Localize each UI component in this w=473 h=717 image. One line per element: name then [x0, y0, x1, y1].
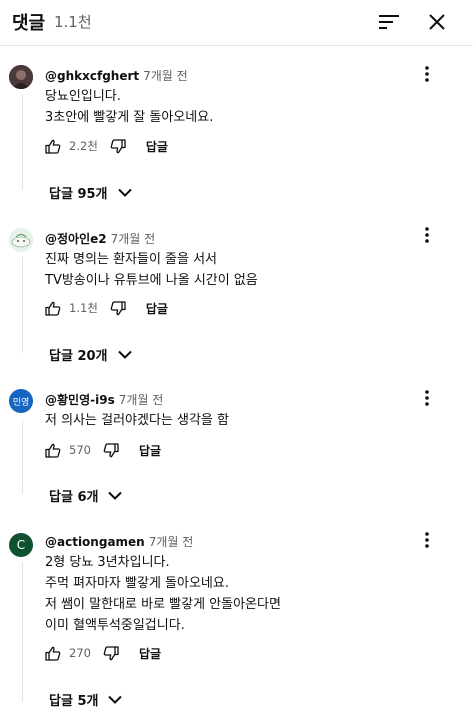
comment-author[interactable]: @ghkxcfghert — [45, 69, 139, 83]
sort-icon — [379, 15, 399, 29]
reply-button[interactable]: 답글 — [146, 138, 168, 155]
avatar[interactable] — [9, 65, 33, 89]
dislike-button[interactable] — [110, 300, 126, 316]
thumb-down-icon — [103, 645, 119, 660]
chevron-down-icon — [117, 188, 132, 197]
comment-text: 당뇨인입니다. 3초안에 빨갛게 잘 돌아오네요. — [45, 86, 213, 128]
comment-text: 2형 당뇨 3년차입니다. 주먹 펴자마자 빨갛게 돌아오네요. 저 쌤이 말한… — [45, 552, 281, 636]
replies-count: 답글 6개 — [49, 489, 99, 505]
comment-text-line: 저 쌤이 말한대로 바로 빨갛게 안돌아온다면 — [45, 597, 281, 612]
comment-author[interactable]: @정아인e2 — [45, 232, 107, 246]
comment-time[interactable]: 7개월 전 — [149, 535, 194, 549]
comment-text-line: 저 의사는 걸러야겠다는 생각을 함 — [45, 413, 229, 428]
avatar-illustration-icon — [9, 228, 33, 252]
close-icon — [429, 14, 445, 30]
thumb-up-icon — [45, 443, 61, 458]
thread-line — [22, 94, 23, 190]
avatar[interactable]: C — [9, 533, 33, 557]
like-count: 1.1천 — [69, 301, 98, 315]
comments-title: 댓글 — [12, 13, 46, 34]
reply-button[interactable]: 답글 — [146, 300, 168, 317]
view-replies-button[interactable]: 답글 95개 — [49, 180, 132, 204]
comment-author[interactable]: @황민영-i9s — [45, 393, 115, 407]
thumb-down-icon — [103, 442, 119, 457]
comment-meta: @actiongamen 7개월 전 — [45, 533, 193, 550]
avatar-initials: 민영 — [12, 397, 30, 408]
comment-item: @정아인e2 7개월 전 진짜 명의는 환자들이 줄을 서서 TV방송이나 유튜브… — [0, 223, 473, 373]
comment-text: 저 의사는 걸러야겠다는 생각을 함 — [45, 410, 229, 431]
replies-count: 답글 20개 — [49, 348, 108, 364]
comments-header: 댓글 1.1천 — [0, 0, 473, 46]
comment-more-button[interactable] — [417, 387, 437, 409]
comment-text-line: 진짜 명의는 환자들이 줄을 서서 — [45, 252, 218, 267]
close-button[interactable] — [420, 6, 454, 38]
thumb-down-icon — [110, 138, 126, 153]
view-replies-button[interactable]: 답글 20개 — [49, 342, 132, 366]
comment-more-button[interactable] — [417, 224, 437, 246]
like-count: 270 — [69, 646, 91, 660]
comment-text-line: 3초안에 빨갛게 잘 돌아오네요. — [45, 110, 214, 125]
comment-actions: 1.1천 답글 — [45, 297, 168, 319]
avatar[interactable]: 민영 — [9, 389, 33, 413]
comment-meta: @ghkxcfghert 7개월 전 — [45, 67, 188, 84]
thread-line — [22, 257, 23, 353]
more-vert-icon — [425, 390, 429, 406]
more-vert-icon — [425, 227, 429, 243]
replies-count: 답글 95개 — [49, 186, 108, 202]
view-replies-button[interactable]: 답글 6개 — [49, 483, 123, 507]
sort-button[interactable] — [372, 6, 406, 38]
like-count: 2.2천 — [69, 139, 98, 153]
like-button[interactable]: 570 — [45, 443, 91, 458]
comments-count: 1.1천 — [54, 13, 92, 31]
comment-text-line: 2형 당뇨 3년차입니다. — [45, 555, 170, 570]
comment-actions: 570 답글 — [45, 439, 161, 461]
thumb-down-icon — [110, 300, 126, 315]
dislike-button[interactable] — [103, 645, 119, 661]
reply-button[interactable]: 답글 — [139, 645, 161, 662]
more-vert-icon — [425, 532, 429, 548]
more-vert-icon — [425, 66, 429, 82]
comment-author[interactable]: @actiongamen — [45, 535, 145, 549]
comment-meta: @황민영-i9s 7개월 전 — [45, 391, 163, 408]
chevron-down-icon — [108, 695, 123, 704]
comment-meta: @정아인e2 7개월 전 — [45, 230, 155, 247]
like-button[interactable]: 270 — [45, 646, 91, 661]
chevron-down-icon — [108, 491, 123, 500]
comment-text: 진짜 명의는 환자들이 줄을 서서 TV방송이나 유튜브에 나올 시간이 없음 — [45, 249, 258, 291]
like-count: 570 — [69, 443, 91, 457]
chevron-down-icon — [117, 350, 132, 359]
comment-time[interactable]: 7개월 전 — [119, 393, 164, 407]
thread-line — [22, 562, 23, 702]
dislike-button[interactable] — [103, 442, 119, 458]
thumb-up-icon — [45, 139, 61, 154]
avatar[interactable] — [9, 228, 33, 252]
like-button[interactable]: 2.2천 — [45, 138, 98, 154]
thread-line — [22, 420, 23, 494]
thumb-up-icon — [45, 301, 61, 316]
comment-time[interactable]: 7개월 전 — [111, 232, 156, 246]
comment-text-line: TV방송이나 유튜브에 나올 시간이 없음 — [45, 273, 258, 288]
comment-more-button[interactable] — [417, 63, 437, 85]
comment-actions: 270 답글 — [45, 642, 161, 664]
avatar-photo-icon — [9, 65, 33, 89]
comment-time[interactable]: 7개월 전 — [143, 69, 188, 83]
thumb-up-icon — [45, 646, 61, 661]
replies-count: 답글 5개 — [49, 693, 99, 709]
avatar-initials: C — [16, 538, 26, 552]
dislike-button[interactable] — [110, 138, 126, 154]
comment-text-line: 주먹 펴자마자 빨갛게 돌아오네요. — [45, 576, 229, 591]
reply-button[interactable]: 답글 — [139, 442, 161, 459]
comment-item: C @actiongamen 7개월 전 2형 당뇨 3년차입니다. 주먹 펴자마… — [0, 528, 473, 717]
view-replies-button[interactable]: 답글 5개 — [49, 687, 123, 711]
comment-more-button[interactable] — [417, 529, 437, 551]
comment-actions: 2.2천 답글 — [45, 135, 168, 157]
comment-text-line: 당뇨인입니다. — [45, 89, 121, 104]
comment-item: @ghkxcfghert 7개월 전 당뇨인입니다. 3초안에 빨갛게 잘 돌아오… — [0, 60, 473, 210]
comment-item: 민영 @황민영-i9s 7개월 전 저 의사는 걸러야겠다는 생각을 함 570 … — [0, 386, 473, 516]
comment-text-line: 이미 혈액투석중일겁니다. — [45, 618, 185, 633]
like-button[interactable]: 1.1천 — [45, 300, 98, 316]
